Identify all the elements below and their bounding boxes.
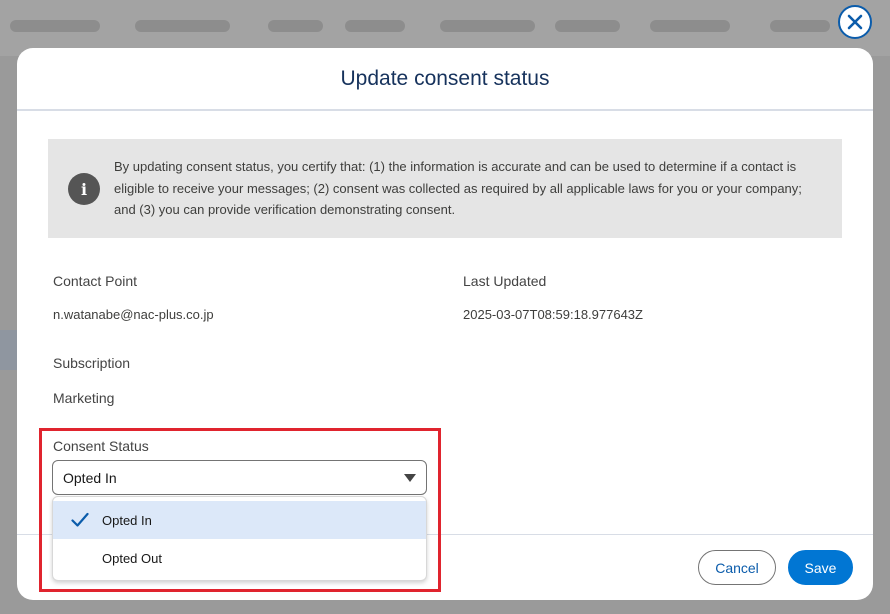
close-icon [847, 14, 863, 30]
option-opted-out[interactable]: Opted Out [53, 539, 426, 577]
contact-point-value: n.watanabe@nac-plus.co.jp [53, 307, 214, 322]
consent-status-dropdown: Opted In Opted Out [52, 496, 427, 581]
consent-status-selected-value: Opted In [63, 469, 117, 486]
background-tab [650, 20, 730, 32]
subscription-label: Subscription [53, 355, 131, 371]
background-tab [555, 20, 620, 32]
background-tab [135, 20, 230, 32]
subscription-value: Marketing [53, 390, 115, 406]
contact-point-label: Contact Point [53, 273, 138, 289]
background-tab [345, 20, 405, 32]
modal-header: Update consent status [17, 48, 873, 111]
check-icon [71, 512, 89, 527]
background-tab [10, 20, 100, 32]
option-label: Opted In [102, 512, 152, 528]
option-label: Opted Out [102, 550, 162, 566]
consent-status-label: Consent Status [53, 438, 149, 454]
consent-notice: i By updating consent status, you certif… [48, 139, 842, 238]
notice-text: By updating consent status, you certify … [114, 159, 802, 217]
background-tab [440, 20, 535, 32]
close-button[interactable] [838, 5, 872, 39]
modal-title: Update consent status [340, 66, 550, 90]
last-updated-label: Last Updated [463, 273, 547, 289]
caret-down-icon [404, 474, 416, 482]
consent-status-select[interactable]: Opted In [52, 460, 427, 495]
info-icon: i [68, 173, 100, 205]
background-tab [770, 20, 830, 32]
option-opted-in[interactable]: Opted In [53, 501, 426, 539]
background-tab [268, 20, 323, 32]
save-button[interactable]: Save [788, 550, 853, 585]
last-updated-value: 2025-03-07T08:59:18.977643Z [463, 307, 643, 322]
cancel-button[interactable]: Cancel [698, 550, 776, 585]
